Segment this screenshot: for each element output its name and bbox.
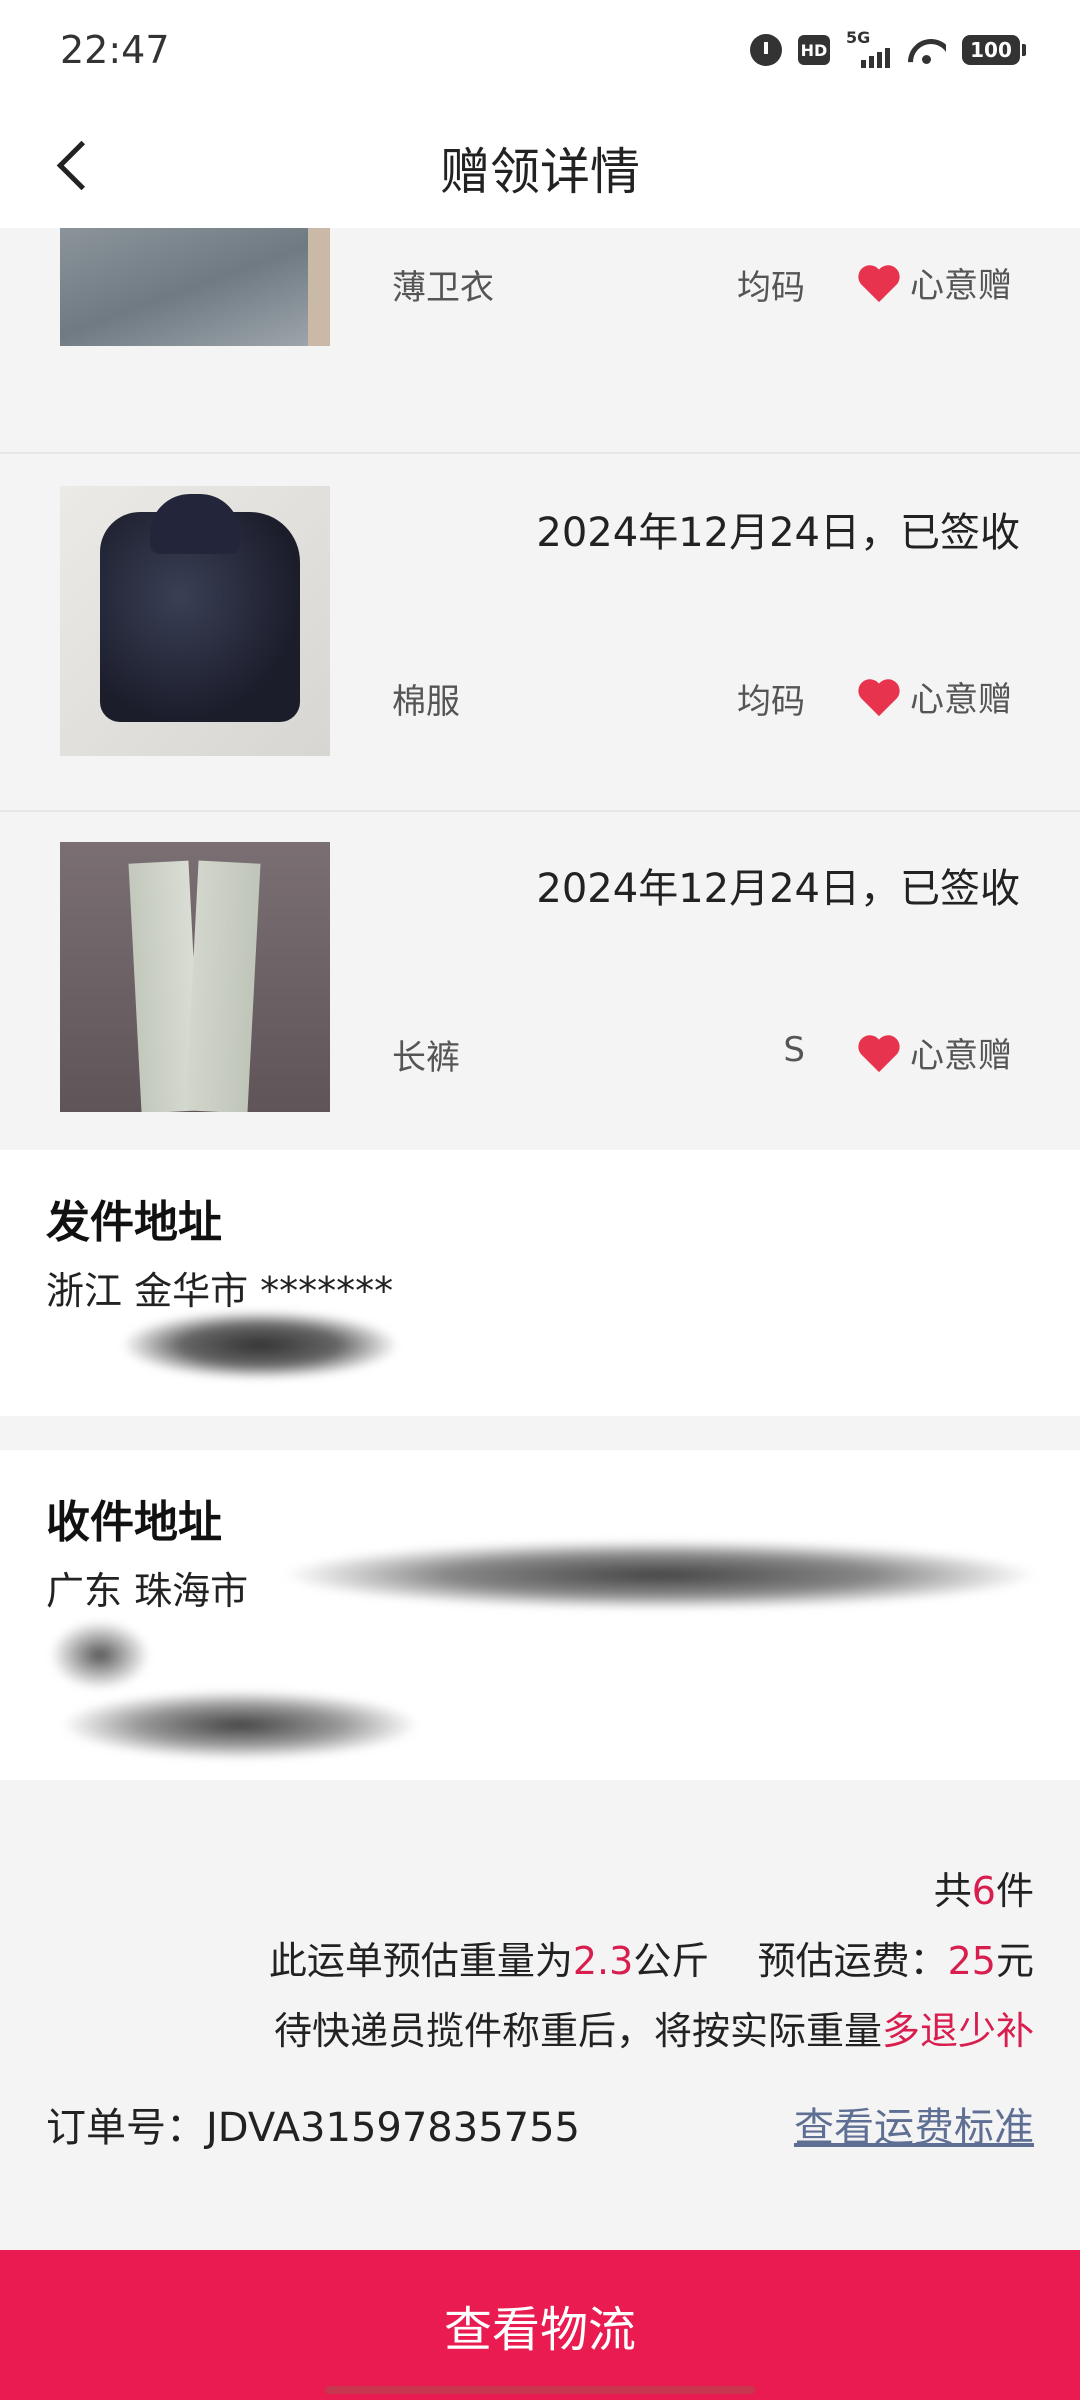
gift-item-list[interactable]: 薄卫衣 均码 心意赠 2024年12月24日，已签收 棉服 均码 心意赠 202… <box>0 228 1080 1150</box>
gift-tag-label: 心意赠 <box>910 680 1012 720</box>
item-name: 薄卫衣 <box>392 268 494 308</box>
item-status-date: 2024年12月24日，已签收 <box>536 510 1020 556</box>
status-bar: 22:47 HD 5G 100 <box>0 0 1080 100</box>
item-size: 均码 <box>737 268 805 308</box>
redacted-text <box>120 1310 400 1380</box>
item-size: 均码 <box>737 682 805 722</box>
sender-address-section: 发件地址 浙江 金华市 ******* <box>0 1150 1080 1416</box>
redacted-text <box>60 1690 420 1760</box>
fee-standard-link[interactable]: 查看运费标准 <box>794 2095 1034 2153</box>
weight-notice: 待快递员揽件称重后，将按实际重量多退少补 <box>273 2009 1034 2053</box>
gift-tag: 心意赠 <box>856 1028 1012 1077</box>
item-status-date: 2024年12月24日，已签收 <box>536 866 1020 912</box>
hd-icon: HD <box>798 35 830 65</box>
page-title: 赠领详情 <box>440 143 640 201</box>
list-item[interactable]: 薄卫衣 均码 心意赠 <box>0 228 1080 454</box>
status-time: 22:47 <box>60 28 170 72</box>
status-icons: HD 5G 100 <box>750 28 1026 68</box>
home-indicator[interactable] <box>325 2386 755 2394</box>
cellular-signal-icon: 5G <box>846 28 890 68</box>
receiver-address-line: 广东 珠海市 <box>46 1569 249 1613</box>
gift-tag: 心意赠 <box>856 258 1012 307</box>
receiver-address-title: 收件地址 <box>46 1497 222 1548</box>
redacted-text <box>50 1620 150 1690</box>
item-size: S <box>783 1030 805 1070</box>
receiver-address-section: 收件地址 广东 珠海市 <box>0 1450 1080 1780</box>
shipping-summary: 共6件 此运单预估重量为2.3公斤 预估运费：25元 待快递员揽件称重后，将按实… <box>0 1780 1080 2250</box>
alarm-icon <box>750 34 782 66</box>
list-item[interactable]: 2024年12月24日，已签收 棉服 均码 心意赠 <box>0 456 1080 812</box>
item-photo <box>60 228 330 346</box>
heart-icon <box>858 1034 900 1072</box>
top-bar: 赠领详情 <box>0 100 1080 228</box>
heart-icon <box>858 264 900 302</box>
item-name: 长裤 <box>392 1038 460 1078</box>
battery-icon: 100 <box>962 35 1026 65</box>
gift-tag-label: 心意赠 <box>910 266 1012 306</box>
network-label: 5G <box>846 28 871 47</box>
list-item[interactable]: 2024年12月24日，已签收 长裤 S 心意赠 <box>0 812 1080 1150</box>
item-photo <box>60 486 330 756</box>
item-photo <box>60 842 330 1112</box>
view-logistics-button[interactable]: 查看物流 <box>0 2250 1080 2400</box>
sender-address-title: 发件地址 <box>46 1197 222 1248</box>
wifi-icon <box>906 35 946 65</box>
item-count: 共6件 <box>933 1869 1034 1913</box>
item-name: 棉服 <box>392 682 460 722</box>
weight-and-fee: 此运单预估重量为2.3公斤 预估运费：25元 <box>268 1939 1034 1983</box>
sender-address-line: 浙江 金华市 ******* <box>46 1269 394 1313</box>
gift-tag: 心意赠 <box>856 672 1012 721</box>
gift-tag-label: 心意赠 <box>910 1036 1012 1076</box>
order-number: 订单号：JDVA31597835755 <box>46 2105 581 2151</box>
redacted-text <box>280 1540 1040 1610</box>
heart-icon <box>858 678 900 716</box>
